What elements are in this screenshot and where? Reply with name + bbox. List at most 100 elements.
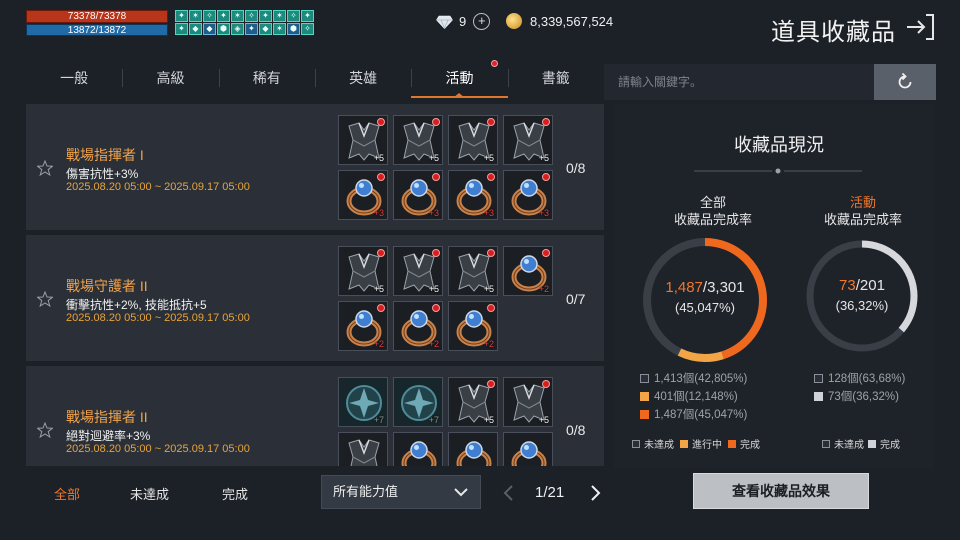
item-slot-ring[interactable]: +2 xyxy=(503,246,553,296)
item-slots: +7 +7 +5 +5 xyxy=(338,377,553,466)
item-slot-shield[interactable]: +7 xyxy=(393,377,443,427)
red-notification-dot xyxy=(432,118,440,126)
tab-label: 高級 xyxy=(156,70,185,86)
gold-currency: 8,339,567,524 xyxy=(506,13,613,29)
chevron-down-icon xyxy=(454,488,468,497)
buff-icon: ✶ xyxy=(231,10,244,22)
item-slot-ring[interactable] xyxy=(448,432,498,466)
bookmark-star-icon[interactable] xyxy=(37,160,53,176)
event-done: 73 xyxy=(839,277,856,294)
tab-label: 一般 xyxy=(60,70,89,86)
item-slot-armor[interactable]: +5 xyxy=(448,115,498,165)
stat-text: 1,413個(42,805%) xyxy=(654,373,748,385)
red-notification-dot xyxy=(542,173,550,181)
stat-text: 128個(63,68%) xyxy=(828,373,906,385)
collection-entry[interactable]: 戰場指揮者 I 傷害抗性+3% 2025.08.20 05:00 ~ 2025.09… xyxy=(26,104,604,230)
gem-currency: 9 + xyxy=(436,13,491,30)
tab-label: 稀有 xyxy=(252,70,281,86)
buff-icon: ✦ xyxy=(175,10,188,22)
item-slot-ring[interactable] xyxy=(393,432,443,466)
legend-text: 完成 xyxy=(740,440,760,451)
stat-text: 401個(12,148%) xyxy=(654,391,738,403)
red-notification-dot xyxy=(487,249,495,257)
overall-done: 1,487 xyxy=(665,279,703,296)
item-slot-ring[interactable]: +3 xyxy=(338,170,388,220)
bookmark-star-icon[interactable] xyxy=(37,291,53,307)
tab-1[interactable]: 高級 xyxy=(122,58,218,98)
red-notification-dot xyxy=(542,380,550,388)
page-next-icon[interactable] xyxy=(589,485,601,501)
buff-icon: ✦ xyxy=(259,10,272,22)
add-gems-button[interactable]: + xyxy=(473,13,491,30)
buff-icon: ✶ xyxy=(273,23,286,35)
buff-icon: ✧ xyxy=(301,23,314,35)
collection-list: 戰場指揮者 I 傷害抗性+3% 2025.08.20 05:00 ~ 2025.09… xyxy=(26,104,604,466)
buff-icon: ✧ xyxy=(287,10,300,22)
item-slot-shield[interactable]: +7 xyxy=(338,377,388,427)
tab-2[interactable]: 稀有 xyxy=(218,58,315,98)
overall-legend-item: 完成 xyxy=(728,436,760,451)
entry-progress-count: 0/8 xyxy=(566,160,586,176)
item-slots: +5 +5 +5 +5 +3 +3 +3 +3 xyxy=(338,115,553,220)
red-notification-dot xyxy=(542,249,550,257)
overall-total: /3,301 xyxy=(702,279,745,296)
item-slot-ring[interactable]: +2 xyxy=(448,301,498,351)
item-slot-armor[interactable]: +5 xyxy=(448,246,498,296)
item-slot-armor[interactable]: +5 xyxy=(448,377,498,427)
red-notification-dot xyxy=(487,304,495,312)
filter-complete[interactable]: 完成 xyxy=(222,484,248,503)
page-prev-icon[interactable] xyxy=(503,485,515,501)
enhance-level: +5 xyxy=(538,153,549,163)
event-stat-row: 128個(63,68%) xyxy=(814,370,905,386)
tab-0[interactable]: 一般 xyxy=(26,58,122,98)
item-slot-ring[interactable] xyxy=(503,432,553,466)
legend-swatch xyxy=(814,373,823,383)
ability-select[interactable]: 所有能力值 xyxy=(321,475,481,509)
tab-4[interactable]: 活動 xyxy=(411,58,508,98)
collection-entry[interactable]: 戰場指揮者 II 絕對迴避率+3% 2025.08.20 05:00 ~ 2025.… xyxy=(26,366,604,466)
item-slot-armor[interactable]: +5 xyxy=(393,246,443,296)
reset-search-button[interactable] xyxy=(874,64,936,100)
filter-all[interactable]: 全部 xyxy=(54,484,80,503)
filter-incomplete[interactable]: 未達成 xyxy=(130,484,169,503)
enhance-level: +2 xyxy=(483,339,494,349)
diamond-icon xyxy=(436,15,453,29)
mp-bar: 13872/13872 xyxy=(26,24,168,36)
search-input[interactable]: 請輸入關鍵字。 xyxy=(604,64,874,100)
legend-swatch xyxy=(640,373,649,383)
event-legend-item: 未達成 xyxy=(822,436,864,451)
view-collection-effect-button[interactable]: 查看收藏品效果 xyxy=(693,473,869,509)
bookmark-star-icon[interactable] xyxy=(37,422,53,438)
item-slot-ring[interactable]: +3 xyxy=(503,170,553,220)
item-slot-ring[interactable]: +3 xyxy=(393,170,443,220)
item-slot-armor[interactable]: +5 xyxy=(503,377,553,427)
entry-effect: 絕對迴避率+3% xyxy=(66,429,151,443)
mp-text: 13872/13872 xyxy=(67,25,127,36)
enhance-level: +3 xyxy=(373,208,384,218)
exit-icon[interactable] xyxy=(904,12,936,42)
buff-icon: ⬢ xyxy=(287,23,300,35)
buff-icon: ◆ xyxy=(203,23,216,35)
item-slot-armor[interactable] xyxy=(338,432,388,466)
enhance-level: +2 xyxy=(538,284,549,294)
item-slot-armor[interactable]: +5 xyxy=(338,246,388,296)
item-slot-armor[interactable]: +5 xyxy=(393,115,443,165)
overall-stat-row: 1,487個(45,047%) xyxy=(640,406,747,422)
overall-ring-count: 1,487/3,301 xyxy=(640,279,770,296)
overall-label-rate: 收藏品完成率 xyxy=(673,212,752,227)
item-slot-armor[interactable]: +5 xyxy=(503,115,553,165)
item-slot-ring[interactable]: +2 xyxy=(338,301,388,351)
entry-name: 戰場守護者 II xyxy=(66,278,148,294)
legend-swatch xyxy=(728,439,736,448)
stat-text: 73個(36,32%) xyxy=(828,391,899,403)
collection-entry[interactable]: 戰場守護者 II 衝擊抗性+2%, 技能抵抗+5 2025.08.20 05:00 … xyxy=(26,235,604,361)
item-slot-armor[interactable]: +5 xyxy=(338,115,388,165)
item-slot-ring[interactable]: +2 xyxy=(393,301,443,351)
entry-name: 戰場指揮者 II xyxy=(66,409,148,425)
tab-5[interactable]: 書籤 xyxy=(507,58,604,98)
item-slot-ring[interactable]: +3 xyxy=(448,170,498,220)
buff-icon: ✦ xyxy=(301,10,314,22)
event-stat-row: 73個(36,32%) xyxy=(814,388,899,404)
tab-3[interactable]: 英雄 xyxy=(314,58,411,98)
red-notification-dot xyxy=(377,249,385,257)
